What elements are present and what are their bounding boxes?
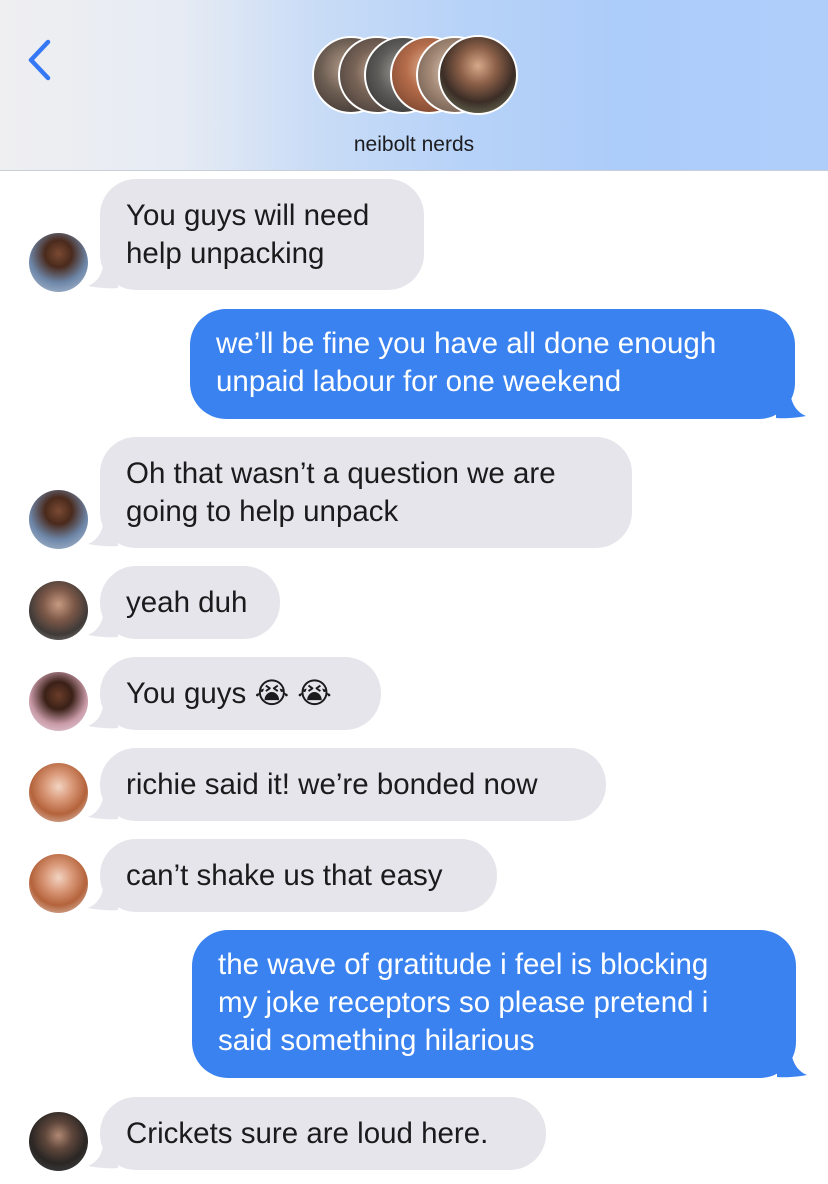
message-bubble-incoming[interactable]: can’t shake us that easy bbox=[100, 839, 497, 912]
group-name[interactable]: neibolt nerds bbox=[0, 133, 828, 157]
message-bubble-incoming[interactable]: Crickets sure are loud here. bbox=[100, 1097, 546, 1170]
sender-avatar[interactable] bbox=[29, 1112, 88, 1171]
message-bubble-incoming[interactable]: You guys will need help unpacking bbox=[100, 179, 424, 290]
sender-avatar[interactable] bbox=[29, 672, 88, 731]
message-bubble-incoming[interactable]: Oh that wasn’t a question we are going t… bbox=[100, 437, 632, 548]
sender-avatar[interactable] bbox=[29, 581, 88, 640]
message-bubble-outgoing[interactable]: we’ll be fine you have all done enough u… bbox=[190, 309, 795, 419]
sender-avatar[interactable] bbox=[29, 233, 88, 292]
chevron-left-icon bbox=[28, 39, 51, 81]
message-bubble-incoming[interactable]: yeah duh bbox=[100, 566, 280, 639]
group-member-avatar bbox=[438, 35, 518, 115]
group-avatar-stack[interactable] bbox=[312, 35, 522, 118]
message-bubble-incoming[interactable]: richie said it! we’re bonded now bbox=[100, 748, 606, 821]
sender-avatar[interactable] bbox=[29, 854, 88, 913]
sender-avatar[interactable] bbox=[29, 490, 88, 549]
message-bubble-incoming[interactable]: You guys 😭 😭 bbox=[100, 657, 381, 730]
conversation-header: neibolt nerds bbox=[0, 0, 828, 171]
back-button[interactable] bbox=[22, 36, 62, 84]
message-bubble-outgoing[interactable]: the wave of gratitude i feel is blocking… bbox=[192, 930, 796, 1078]
sender-avatar[interactable] bbox=[29, 763, 88, 822]
